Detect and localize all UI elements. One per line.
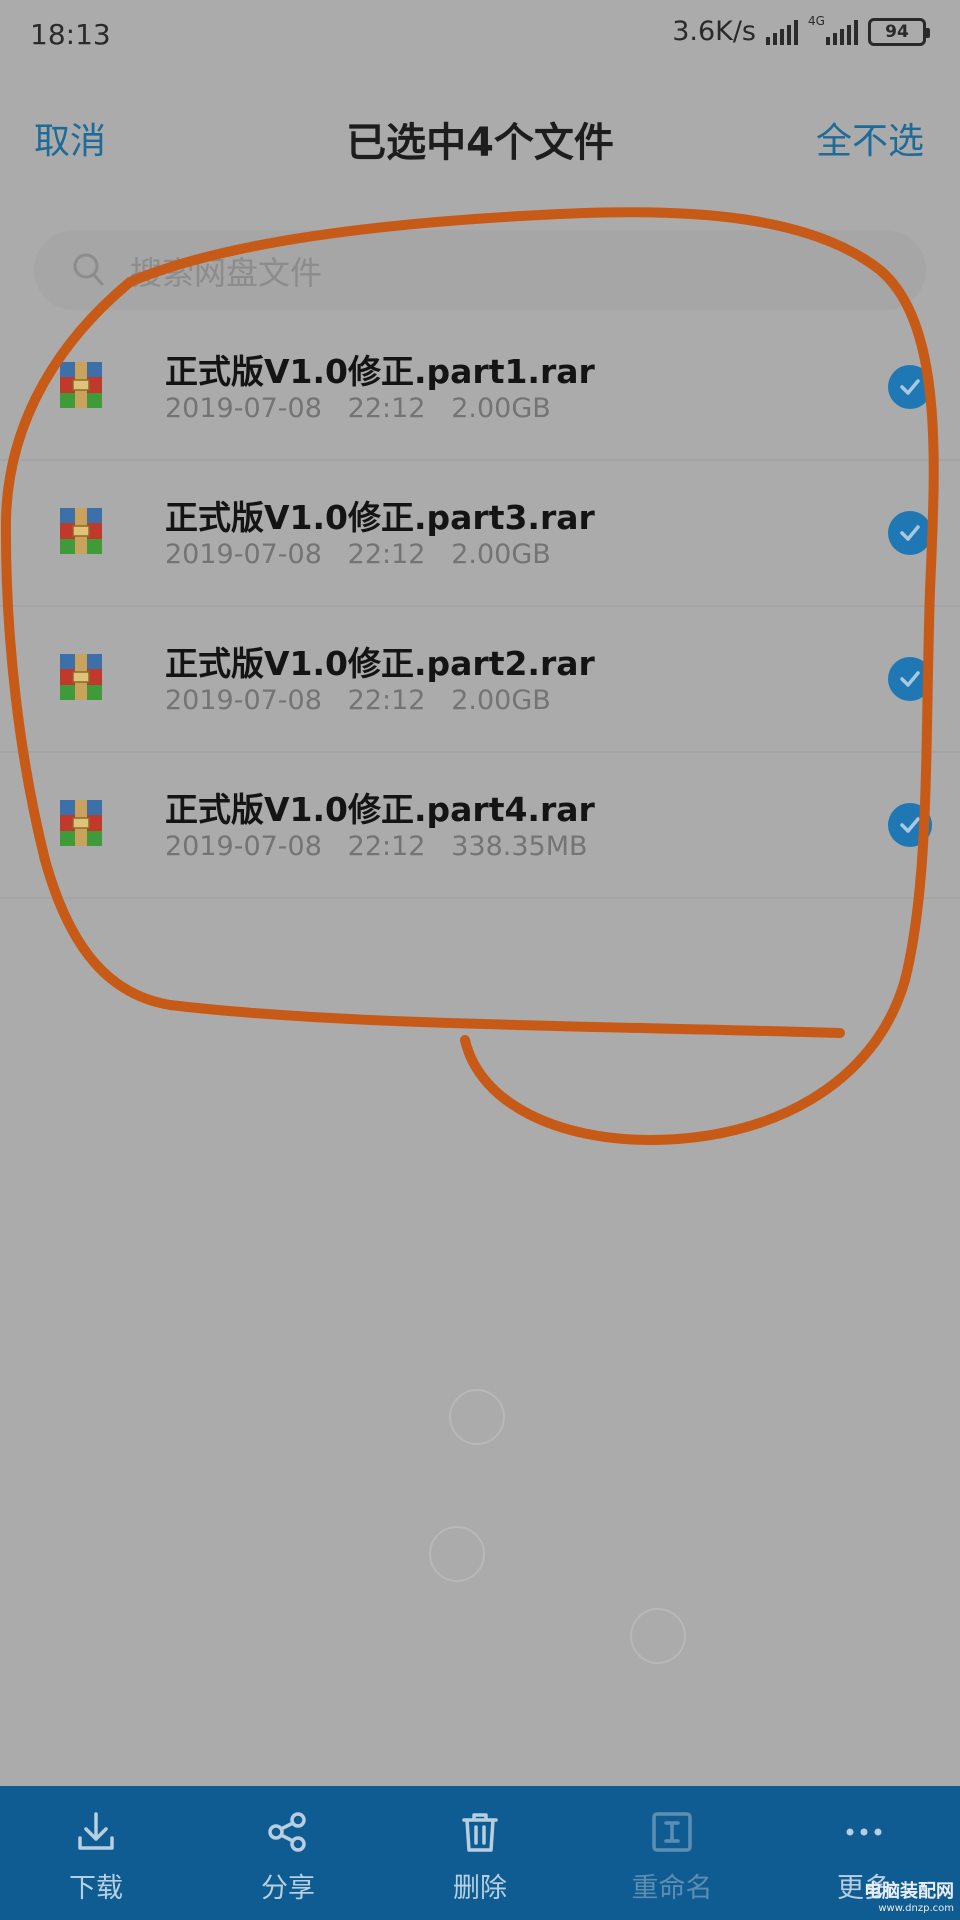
file-date: 2019-07-08 <box>165 539 322 570</box>
file-meta: 2019-07-08 22:12 2.00GB <box>165 539 551 570</box>
file-date: 2019-07-08 <box>165 685 322 716</box>
share-button[interactable]: 分享 <box>192 1786 384 1920</box>
loading-indicator <box>449 1389 505 1445</box>
share-icon <box>268 1812 306 1852</box>
rename-icon <box>652 1812 692 1852</box>
share-label: 分享 <box>261 1873 315 1904</box>
file-date: 2019-07-08 <box>165 393 322 424</box>
checked-checkbox[interactable] <box>888 365 932 409</box>
file-size: 338.35MB <box>451 831 588 862</box>
download-icon <box>78 1812 114 1850</box>
checked-checkbox[interactable] <box>888 803 932 847</box>
status-time: 18:13 <box>30 18 111 51</box>
file-list: 正式版V1.0修正.part1.rar 2019-07-08 22:12 2.0… <box>0 315 960 899</box>
list-item[interactable]: 正式版V1.0修正.part1.rar 2019-07-08 22:12 2.0… <box>0 315 960 461</box>
download-label: 下载 <box>69 1873 123 1904</box>
checked-checkbox[interactable] <box>888 511 932 555</box>
file-size: 2.00GB <box>451 393 551 424</box>
check-icon <box>900 379 920 395</box>
network-speed: 3.6K/s <box>672 16 756 47</box>
battery-level: 94 <box>885 21 909 42</box>
list-item[interactable]: 正式版V1.0修正.part4.rar 2019-07-08 22:12 338… <box>0 753 960 899</box>
file-time: 22:12 <box>347 539 426 570</box>
file-time: 22:12 <box>347 685 426 716</box>
rar-archive-icon <box>60 508 102 554</box>
checked-checkbox[interactable] <box>888 657 932 701</box>
list-item[interactable]: 正式版V1.0修正.part3.rar 2019-07-08 22:12 2.0… <box>0 461 960 607</box>
rar-archive-icon <box>60 654 102 700</box>
battery-icon: 94 <box>868 17 930 46</box>
delete-label: 删除 <box>453 1873 507 1904</box>
file-name: 正式版V1.0修正.part4.rar <box>165 790 595 829</box>
status-bar: 18:13 3.6K/s 4G 94 <box>0 0 960 70</box>
signal-4g-icon: 4G <box>808 15 858 45</box>
file-size: 2.00GB <box>451 685 551 716</box>
signal-icon <box>766 19 798 45</box>
delete-button[interactable]: 删除 <box>384 1786 576 1920</box>
list-item[interactable]: 正式版V1.0修正.part2.rar 2019-07-08 22:12 2.0… <box>0 607 960 753</box>
download-button[interactable]: 下载 <box>0 1786 192 1920</box>
file-meta: 2019-07-08 22:12 2.00GB <box>165 685 551 716</box>
check-icon <box>900 817 920 833</box>
loading-indicator <box>630 1608 686 1664</box>
file-time: 22:12 <box>347 393 426 424</box>
status-right: 3.6K/s 4G 94 <box>672 15 930 47</box>
file-size: 2.00GB <box>451 539 551 570</box>
file-name: 正式版V1.0修正.part1.rar <box>165 352 595 391</box>
check-icon <box>900 671 920 687</box>
file-meta: 2019-07-08 22:12 338.35MB <box>165 831 588 862</box>
watermark: 电脑装配网 www.dnzp.com <box>864 1877 954 1914</box>
watermark-sub: www.dnzp.com <box>878 1903 954 1914</box>
file-name: 正式版V1.0修正.part2.rar <box>165 644 595 683</box>
file-time: 22:12 <box>347 831 426 862</box>
check-icon <box>900 525 920 541</box>
rar-archive-icon <box>60 362 102 408</box>
file-name: 正式版V1.0修正.part3.rar <box>165 498 595 537</box>
more-icon <box>846 1828 882 1836</box>
file-meta: 2019-07-08 22:12 2.00GB <box>165 393 551 424</box>
trash-icon <box>462 1813 498 1852</box>
rename-button[interactable]: 重命名 <box>576 1786 768 1920</box>
watermark-main: 电脑装配网 <box>864 1881 954 1902</box>
rename-label: 重命名 <box>631 1873 713 1904</box>
rar-archive-icon <box>60 800 102 846</box>
file-date: 2019-07-08 <box>165 831 322 862</box>
network-type: 4G <box>808 13 825 28</box>
search-icon <box>73 253 104 286</box>
selection-header: 取消 已选中4个文件 全不选 <box>0 70 960 200</box>
deselect-all-button[interactable]: 全不选 <box>816 112 924 164</box>
search-placeholder: 搜索网盘文件 <box>130 254 323 292</box>
search-input[interactable]: 搜索网盘文件 <box>34 230 926 310</box>
action-toolbar: 下载 分享 删除 重命名 更多 <box>0 1786 960 1920</box>
loading-indicator <box>429 1526 485 1582</box>
